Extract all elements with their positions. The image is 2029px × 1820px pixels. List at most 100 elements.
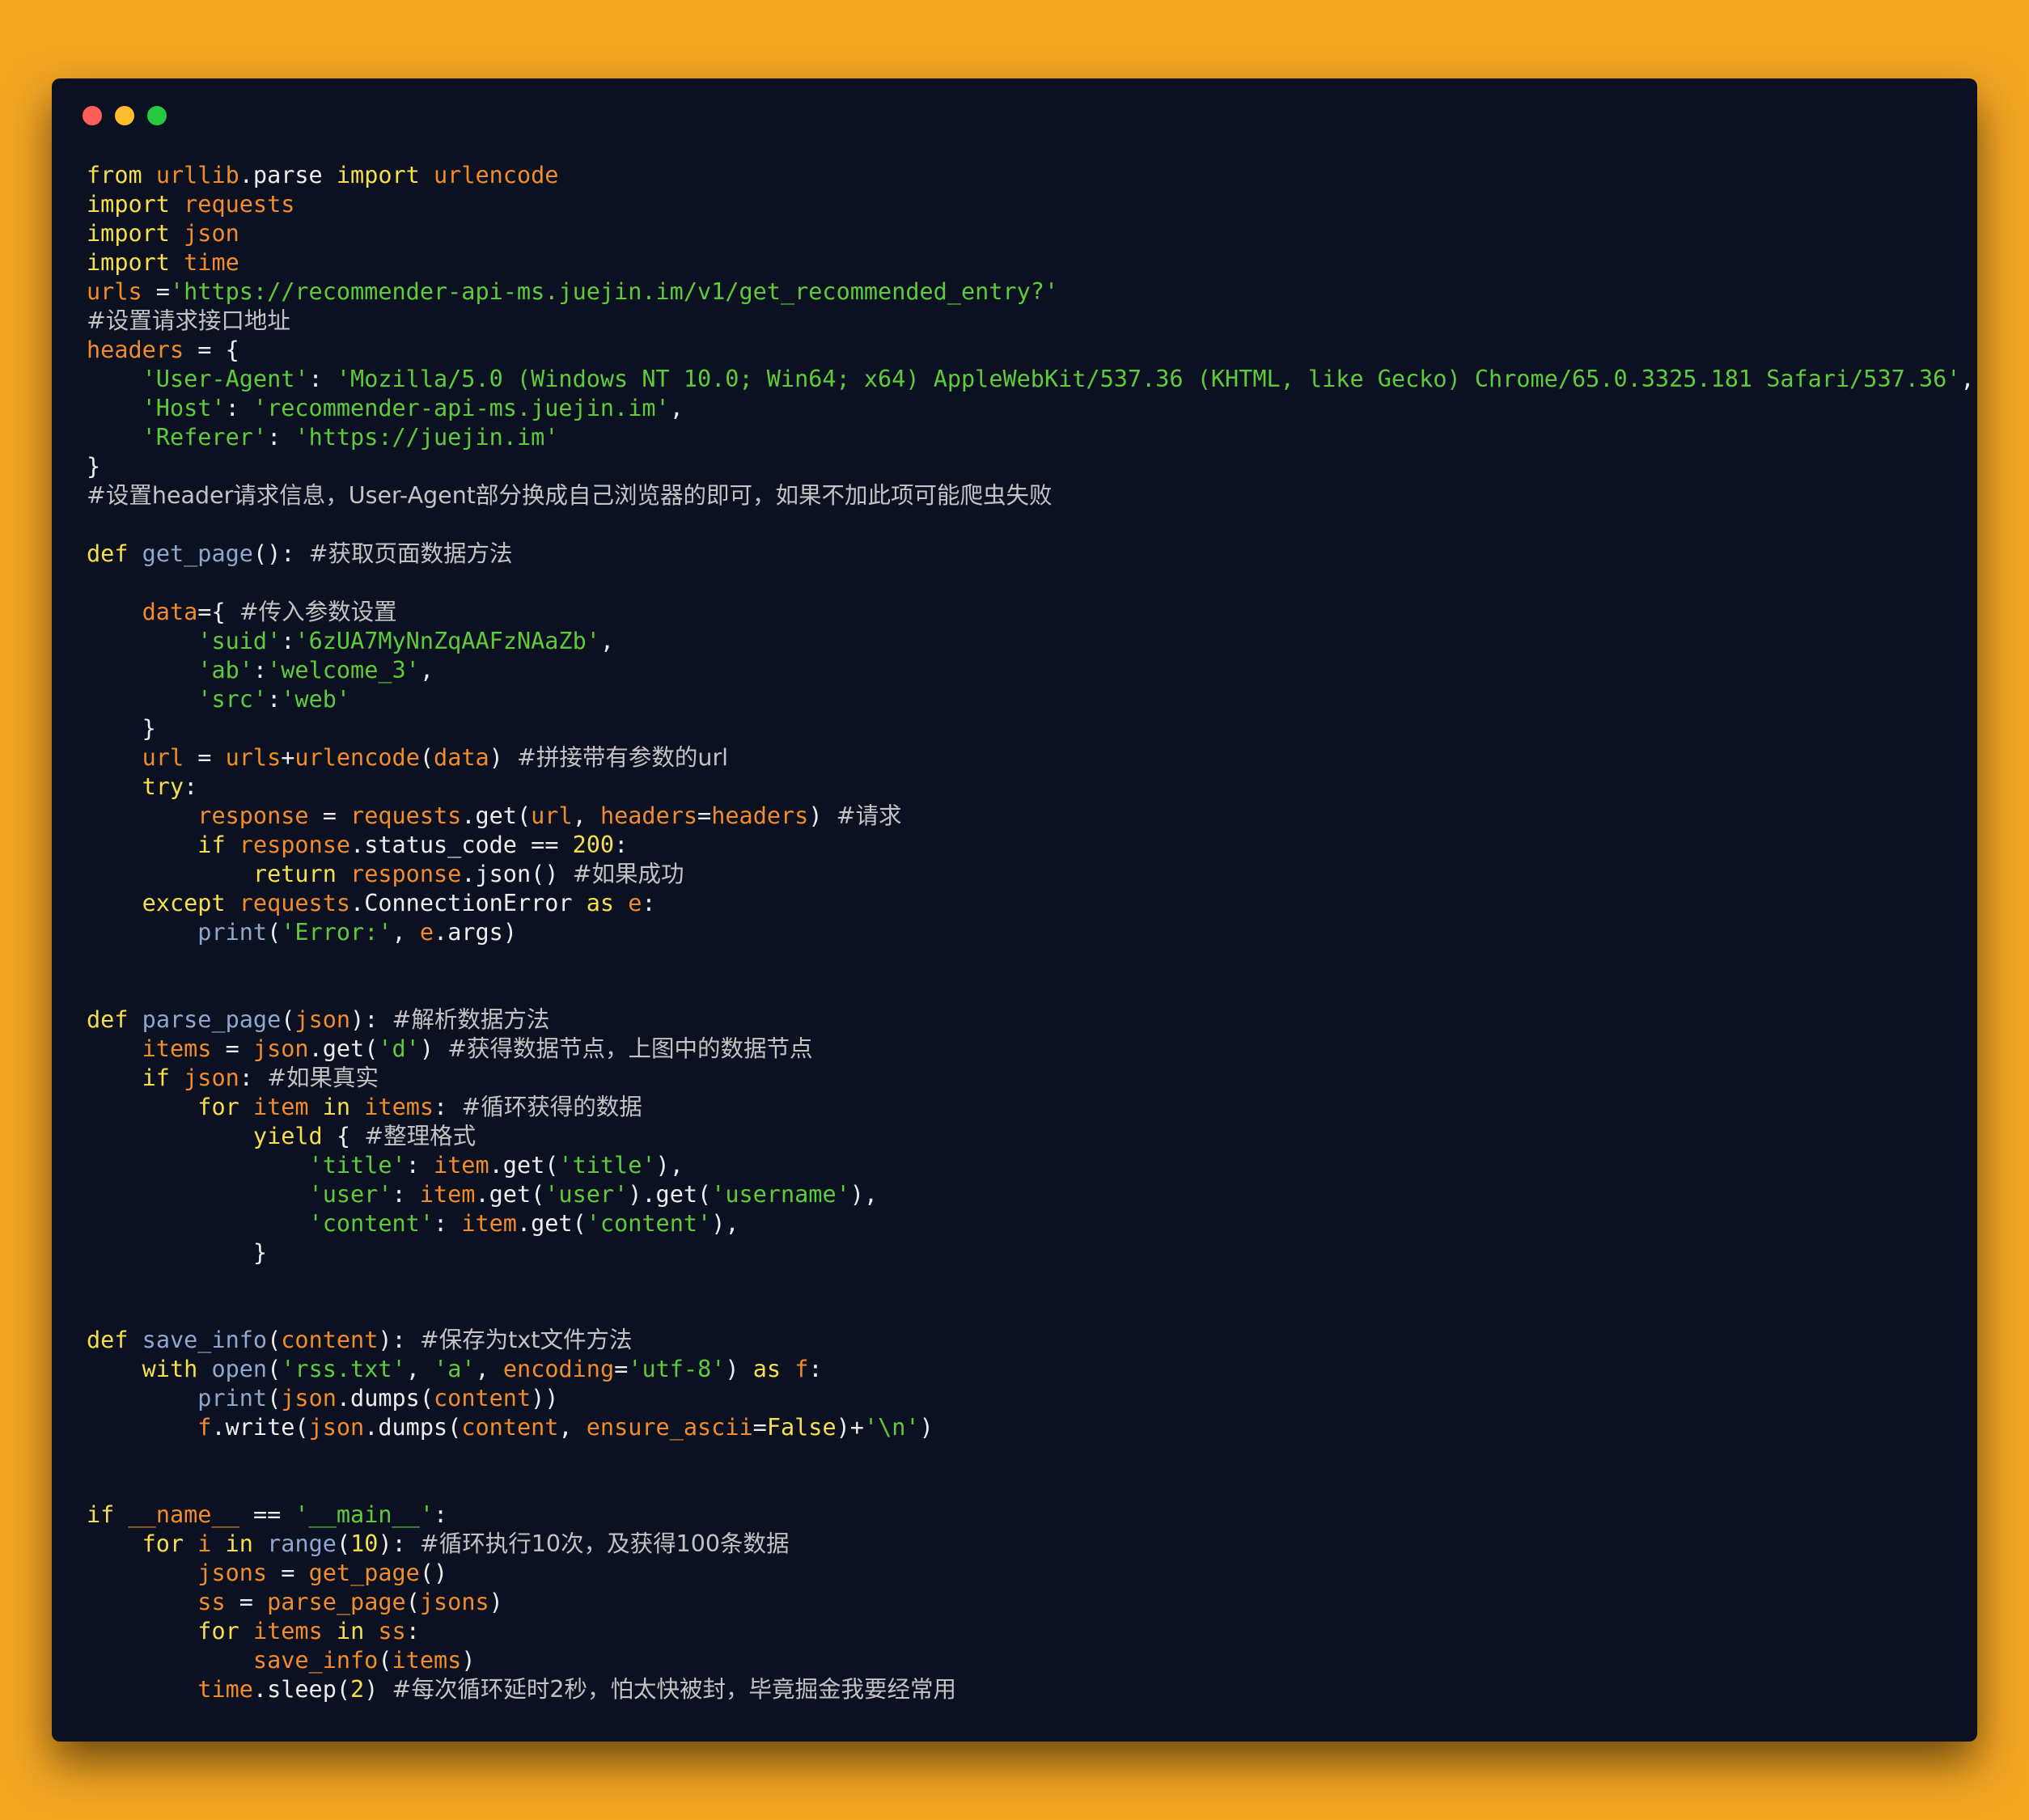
code-token: get_page <box>142 540 253 567</box>
code-token: jsons <box>197 1560 268 1586</box>
code-token: : <box>308 366 337 392</box>
code-token: , <box>669 395 684 421</box>
code-token: ( <box>267 919 282 946</box>
code-token: : <box>434 1094 462 1120</box>
code-token: for <box>197 1618 239 1644</box>
code-line: 'ab':'welcome_3', <box>87 656 1975 685</box>
code-line: if json: #如果真实 <box>87 1064 1975 1093</box>
code-token: 'src' <box>197 686 268 713</box>
code-token: print <box>197 919 268 946</box>
code-line: time.sleep(2) #每次循环延时2秒，怕太快被封，毕竟掘金我要经常用 <box>87 1675 1975 1704</box>
close-window-button[interactable] <box>83 106 102 125</box>
code-token: urls <box>87 278 142 305</box>
code-token: import <box>87 249 170 276</box>
code-token: urlencode <box>294 744 420 771</box>
code-line: save_info(items) <box>87 1646 1975 1675</box>
code-token: False <box>766 1414 837 1441</box>
code-token: : <box>281 628 295 654</box>
code-token: jsons <box>419 1589 489 1615</box>
code-token: .parse <box>239 162 337 188</box>
code-token: json <box>281 1385 337 1412</box>
code-token: ) <box>364 1676 392 1703</box>
code-token: 'user' <box>308 1181 392 1208</box>
code-token: ( <box>405 1589 420 1615</box>
code-token: = <box>184 744 226 771</box>
code-token: '\n' <box>863 1414 920 1441</box>
minimize-window-button[interactable] <box>115 106 134 125</box>
code-token: #获取页面数据方法 <box>308 540 513 567</box>
code-token: 'content' <box>586 1210 712 1237</box>
code-token: data <box>142 599 198 625</box>
code-token: #循环获得的数据 <box>461 1094 642 1120</box>
code-line: url = urls+urlencode(data) #拼接带有参数的url <box>87 743 1975 772</box>
code-token: headers <box>599 802 698 829</box>
code-token: 'ab' <box>197 657 253 684</box>
code-token: i <box>197 1530 212 1557</box>
code-line: #设置header请求信息，User-Agent部分换成自己浏览器的即可，如果不… <box>87 481 1975 510</box>
code-token: 'd' <box>378 1035 420 1062</box>
code-token: , <box>405 1356 434 1382</box>
code-token: , <box>558 1414 587 1441</box>
code-token: 'user' <box>544 1181 629 1208</box>
code-token: print <box>197 1385 268 1412</box>
code-token: for <box>142 1530 184 1557</box>
code-token: ( <box>267 1385 282 1412</box>
code-token: item <box>419 1181 476 1208</box>
code-token: = <box>752 1414 767 1441</box>
code-token: .status_code == <box>350 832 573 858</box>
code-token: : <box>808 1356 823 1382</box>
code-token: item <box>433 1152 489 1179</box>
code-token: in <box>322 1094 351 1120</box>
code-line: } <box>87 1238 1975 1268</box>
code-line: 'Host': 'recommender-api-ms.juejin.im', <box>87 394 1975 423</box>
code-token: , <box>392 919 420 946</box>
code-token: #传入参数设置 <box>239 599 397 625</box>
code-token: #获得数据节点，上图中的数据节点 <box>447 1035 813 1062</box>
code-token: : <box>267 424 295 451</box>
code-line: 'title': item.get('title'), <box>87 1151 1975 1180</box>
code-line: 'suid':'6zUA7MyNnZqAAFzNAaZb', <box>87 627 1975 656</box>
code-token: time <box>184 249 239 276</box>
code-token: if <box>87 1501 115 1528</box>
code-token: def <box>87 1006 129 1033</box>
maximize-window-button[interactable] <box>147 106 167 125</box>
code-token: ), <box>849 1181 879 1208</box>
code-token: import <box>336 162 420 188</box>
code-token: } <box>87 715 156 742</box>
code-token: headers <box>711 802 809 829</box>
code-token: ) <box>725 1356 753 1382</box>
code-token: ), <box>711 1210 739 1237</box>
code-window: from urllib.parse import urlencode import… <box>52 78 1977 1742</box>
code-token: items <box>252 1618 323 1644</box>
code-token: save_info <box>142 1327 268 1353</box>
code-token: = <box>211 1035 253 1062</box>
code-line: headers = { <box>87 336 1975 365</box>
code-token: ) <box>419 1035 448 1062</box>
code-token: ss <box>378 1618 406 1644</box>
code-line: print('Error:', e.args) <box>87 918 1975 947</box>
code-line: if response.status_code == 200: <box>87 831 1975 860</box>
code-token: get_page <box>308 1560 420 1586</box>
code-token: ) <box>489 1589 503 1615</box>
